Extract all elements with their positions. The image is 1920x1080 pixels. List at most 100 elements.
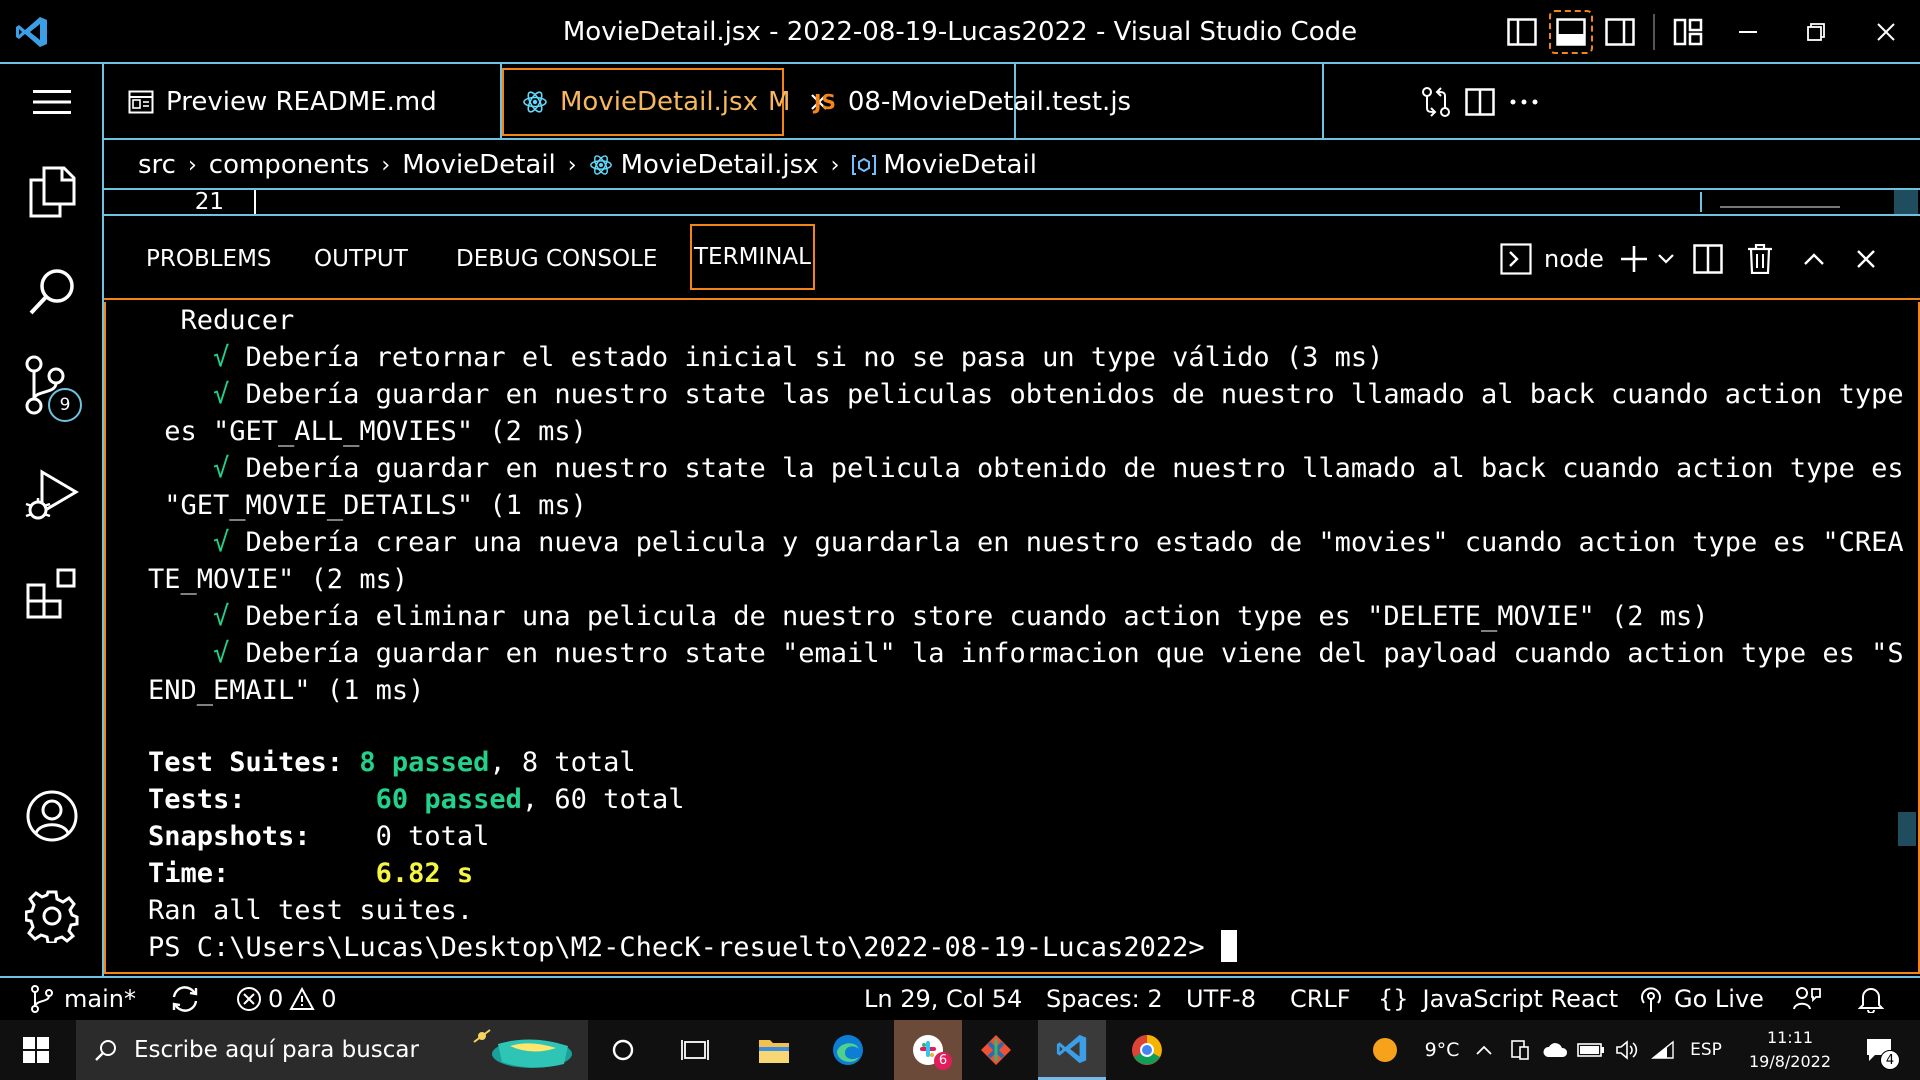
terminal-cursor <box>1220 930 1237 962</box>
toggle-panel-icon[interactable] <box>1548 0 1594 64</box>
chrome-icon[interactable] <box>1118 1020 1176 1080</box>
chevron-right-icon: › <box>187 152 197 178</box>
terminal-selector[interactable]: node <box>1500 242 1604 276</box>
breadcrumb-item[interactable]: components <box>209 150 370 180</box>
editor-scrollbar[interactable] <box>1894 190 1918 214</box>
branch-indicator[interactable]: main* <box>30 978 136 1020</box>
title-bar: MovieDetail.jsx - 2022-08-19-Lucas2022 -… <box>0 0 1920 64</box>
edge-browser-icon[interactable] <box>820 1020 876 1080</box>
tab-output[interactable]: OUTPUT <box>314 218 408 300</box>
slack-icon[interactable]: 6 <box>894 1020 962 1080</box>
tab-moviedetail-jsx[interactable]: MovieDetail.jsx M <box>502 68 828 136</box>
volume-icon[interactable] <box>1612 1020 1642 1080</box>
chevron-right-icon: › <box>381 152 391 178</box>
taskbar-search[interactable]: Escribe aquí para buscar <box>76 1020 588 1080</box>
minimap[interactable] <box>1700 192 1896 212</box>
encoding[interactable]: UTF-8 <box>1186 978 1256 1020</box>
customize-layout-icon[interactable] <box>1670 0 1706 64</box>
weather-sun-icon[interactable] <box>1370 1020 1400 1080</box>
maximize-panel-icon[interactable] <box>1798 227 1830 291</box>
check-mark-icon: √ <box>213 342 230 373</box>
end-of-line[interactable]: CRLF <box>1290 978 1351 1020</box>
tab-label: 08-MovieDetail.test.js <box>847 87 1132 117</box>
onedrive-cloud-icon[interactable] <box>1540 1020 1570 1080</box>
split-editor-icon[interactable] <box>1460 70 1500 134</box>
problems-indicator[interactable]: 0 0 <box>236 978 337 1020</box>
trash-icon[interactable] <box>1744 227 1776 291</box>
tab-moviedetail-test[interactable]: JS 08-MovieDetail.test.js <box>790 64 1131 140</box>
git-gui-icon[interactable] <box>968 1020 1024 1080</box>
terminal-output[interactable]: Reducer √ Debería retornar el estado ini… <box>104 302 1920 974</box>
accounts-icon[interactable] <box>0 772 104 860</box>
summary-ran-line: Ran all test suites. <box>148 895 474 926</box>
search-icon[interactable] <box>0 248 104 336</box>
go-live-button[interactable]: Go Live <box>1638 978 1764 1020</box>
chevron-down-icon[interactable] <box>1656 227 1676 291</box>
tray-chevron-up-icon[interactable] <box>1472 1020 1496 1080</box>
tab-terminal[interactable]: TERMINAL <box>690 224 815 290</box>
terminal-line-text: Reducer <box>180 305 295 336</box>
warning-icon <box>289 987 315 1011</box>
tab-preview-readme[interactable]: Preview README.md <box>104 64 502 140</box>
tab-debug-console[interactable]: DEBUG CONSOLE <box>456 218 657 300</box>
window-title: MovieDetail.jsx - 2022-08-19-Lucas2022 -… <box>562 17 1358 47</box>
explorer-icon[interactable] <box>0 148 104 236</box>
file-explorer-icon[interactable] <box>746 1020 802 1080</box>
battery-icon[interactable] <box>1576 1020 1606 1080</box>
breadcrumb-item[interactable]: MovieDetail <box>883 150 1037 180</box>
cortana-icon[interactable] <box>600 1020 646 1080</box>
breadcrumb-item[interactable]: MovieDetail.jsx <box>621 150 819 180</box>
terminal-prompt[interactable]: PS C:\Users\Lucas\Desktop\M2-ChecK-resue… <box>148 929 1237 966</box>
terminal-line: Reducer <box>148 302 295 339</box>
menu-icon[interactable] <box>0 64 104 140</box>
minimize-button[interactable] <box>1728 0 1768 64</box>
tray-device-icon[interactable] <box>1506 1020 1534 1080</box>
split-terminal-icon[interactable] <box>1690 227 1726 291</box>
source-control-icon[interactable]: 9 <box>0 342 104 430</box>
status-bar: main* 0 0 Ln 29, Col 54 Spaces: 2 UTF-8 … <box>0 976 1920 1020</box>
modified-badge: M <box>767 87 791 117</box>
toggle-primary-sidebar-icon[interactable] <box>1504 0 1540 64</box>
more-actions-icon[interactable] <box>1504 70 1544 134</box>
indentation[interactable]: Spaces: 2 <box>1046 978 1163 1020</box>
input-language[interactable]: ESP <box>1684 1020 1728 1080</box>
breadcrumb-item[interactable]: src <box>138 150 176 180</box>
terminal-line: TE_MOVIE" (2 ms) <box>148 561 408 598</box>
weather-temperature[interactable]: 9°C <box>1412 1020 1472 1080</box>
settings-gear-icon[interactable] <box>0 872 104 960</box>
clock-date: 19/8/2022 <box>1748 1052 1832 1071</box>
terminal-line: √ Debería eliminar una pelicula de nuest… <box>148 598 1709 635</box>
vscode-taskbar-icon[interactable] <box>1038 1020 1106 1080</box>
restore-button[interactable] <box>1796 0 1836 64</box>
toggle-secondary-sidebar-icon[interactable] <box>1602 0 1638 64</box>
clock[interactable]: 11:11 19/8/2022 <box>1740 1026 1840 1076</box>
new-terminal-icon[interactable] <box>1618 227 1650 291</box>
tab-problems[interactable]: PROBLEMS <box>146 218 272 300</box>
open-changes-icon[interactable] <box>1416 70 1456 134</box>
panel-header: PROBLEMS OUTPUT DEBUG CONSOLE TERMINAL n… <box>104 218 1920 300</box>
notifications-bell-icon[interactable] <box>1858 978 1884 1020</box>
start-windows-icon[interactable] <box>0 1020 72 1080</box>
action-center-icon[interactable]: 4 <box>1854 1020 1904 1080</box>
check-mark-icon: √ <box>213 638 230 669</box>
extensions-icon[interactable] <box>0 550 104 638</box>
breadcrumb-item[interactable]: MovieDetail <box>402 150 556 180</box>
sync-icon[interactable] <box>170 978 200 1020</box>
terminal-line-text: Debería eliminar una pelicula de nuestro… <box>229 601 1709 632</box>
react-icon <box>589 153 613 177</box>
close-window-button[interactable] <box>1866 0 1906 64</box>
vscode-logo-icon <box>0 0 64 64</box>
terminal-scrollbar[interactable] <box>1898 812 1916 846</box>
close-panel-icon[interactable] <box>1850 227 1882 291</box>
symbol-variable-icon <box>851 154 877 176</box>
run-debug-icon[interactable] <box>0 452 104 540</box>
cursor-position[interactable]: Ln 29, Col 54 <box>864 978 1022 1020</box>
editor-tab-bar: Preview README.md MovieDetail.jsx M JS 0… <box>104 64 1920 140</box>
chevron-right-icon: › <box>567 152 577 178</box>
terminal-line-text: Debería retornar el estado inicial si no… <box>229 342 1384 373</box>
editor-area[interactable]: 21 <box>104 188 1920 216</box>
wifi-icon[interactable] <box>1648 1020 1678 1080</box>
task-view-icon[interactable] <box>672 1020 718 1080</box>
feedback-icon[interactable] <box>1792 978 1822 1020</box>
language-mode[interactable]: {} JavaScript React <box>1378 978 1618 1020</box>
